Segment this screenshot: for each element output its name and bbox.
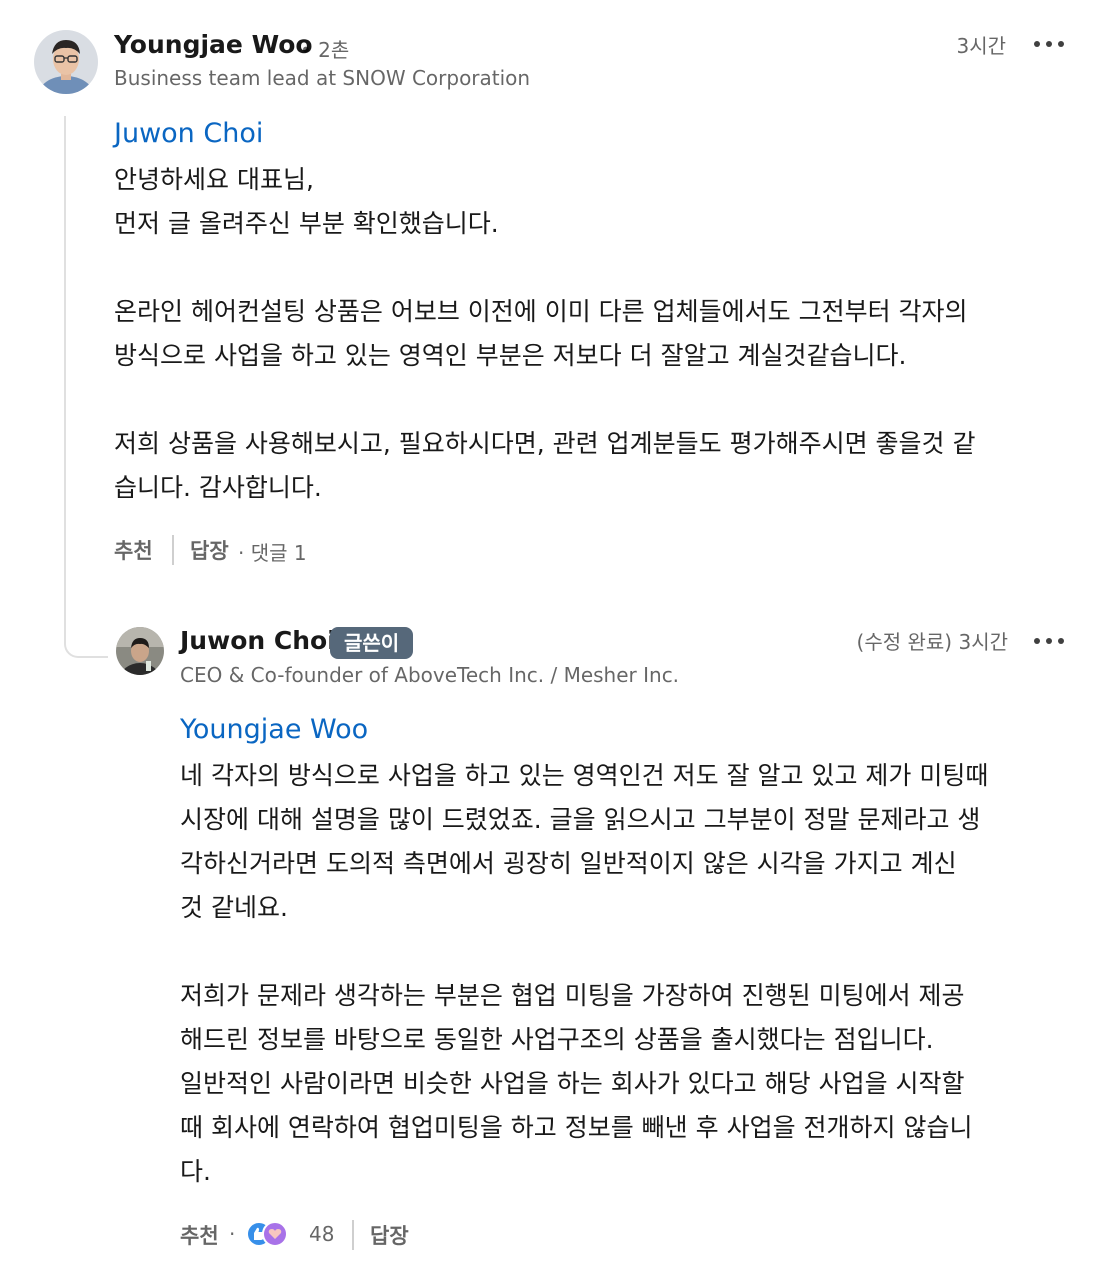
comment1-time: 3시간	[956, 34, 1006, 58]
comment2-reaction-count[interactable]: 48	[309, 1222, 334, 1246]
avatar-juwon-choi[interactable]	[116, 627, 164, 675]
comment2-time: (수정 완료) 3시간	[856, 630, 1008, 654]
author-badge: 글쓴이	[330, 627, 414, 659]
comment2-mention[interactable]: Youngjae Woo	[180, 714, 368, 745]
comment2-more-icon[interactable]	[1034, 634, 1064, 648]
comment1-author[interactable]: Youngjae Woo	[114, 30, 313, 59]
comment2-action-divider	[352, 1220, 354, 1250]
comment1-action-divider	[172, 535, 174, 565]
comment1-headline: Business team lead at SNOW Corporation	[114, 66, 531, 90]
support-icon	[262, 1221, 288, 1247]
comment1-degree: • 2촌	[300, 38, 350, 62]
comment2-dot: ·	[229, 1222, 236, 1246]
reaction-icons[interactable]	[246, 1221, 290, 1251]
comment2-author[interactable]: Juwon Choi	[180, 626, 336, 655]
comment2-headline: CEO & Co-founder of AboveTech Inc. / Mes…	[180, 663, 680, 687]
comment2-body: 네 각자의 방식으로 사업을 하고 있는 영역인건 저도 잘 알고 있고 제가 …	[180, 761, 989, 1186]
comment1-mention[interactable]: Juwon Choi	[114, 118, 263, 149]
comment1-reply-button[interactable]: 답장	[190, 535, 229, 565]
comment1-like-button[interactable]: 추천	[114, 535, 153, 565]
comment1-body: 안녕하세요 대표님, 먼저 글 올려주신 부분 확인했습니다. 온라인 헤어컨설…	[114, 165, 976, 502]
comment1-reply-count[interactable]: · 댓글 1	[238, 537, 307, 566]
comment1-more-icon[interactable]	[1034, 37, 1064, 51]
avatar-youngjae-woo[interactable]	[34, 30, 98, 94]
thread-connector	[64, 116, 108, 658]
comment2-like-button[interactable]: 추천	[180, 1220, 219, 1250]
comment2-reply-button[interactable]: 답장	[370, 1220, 409, 1250]
